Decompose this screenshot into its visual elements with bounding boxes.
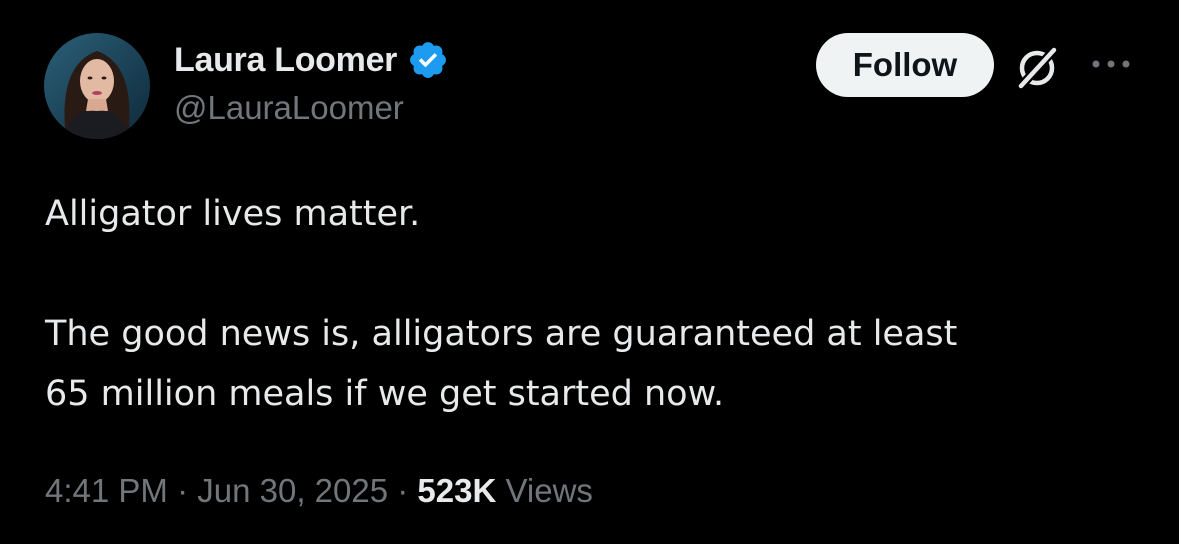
meta-separator: · xyxy=(388,472,418,509)
tweet-line: The good news is, alligators are guarant… xyxy=(45,314,958,354)
tweet-time[interactable]: 4:41 PM xyxy=(45,472,168,509)
tweet-paragraph: The good news is, alligators are guarant… xyxy=(45,304,1145,424)
tweet-text: Alligator lives matter. The good news is… xyxy=(45,184,1145,424)
meta-separator: · xyxy=(167,472,198,509)
views-label: Views xyxy=(505,472,593,509)
tweet-paragraph: Alligator lives matter. xyxy=(45,184,1145,244)
author-display-name[interactable]: Laura Loomer xyxy=(174,41,397,80)
tweet-meta: 4:41 PM · Jun 30, 2025 · 523K Views xyxy=(45,472,593,510)
tweet-date[interactable]: Jun 30, 2025 xyxy=(197,472,388,509)
tweet-card: Laura Loomer @LauraLoomer Follow Alligat… xyxy=(0,0,1179,544)
more-horizontal-icon[interactable] xyxy=(1088,52,1134,76)
author-name-row[interactable]: Laura Loomer xyxy=(174,38,449,82)
follow-button[interactable]: Follow xyxy=(816,33,994,97)
avatar[interactable] xyxy=(44,33,150,139)
grok-icon[interactable] xyxy=(1012,43,1062,93)
tweet-line: 65 million meals if we get started now. xyxy=(45,374,725,414)
tweet-line: Alligator lives matter. xyxy=(45,194,421,234)
author-handle[interactable]: @LauraLoomer xyxy=(174,89,404,127)
verified-badge-icon xyxy=(410,42,447,78)
views-count: 523K xyxy=(417,472,497,509)
